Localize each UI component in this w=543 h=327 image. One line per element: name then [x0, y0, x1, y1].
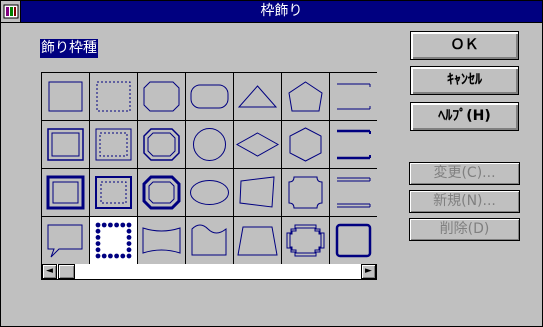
frame-style-thick-rectangle[interactable] — [42, 169, 89, 216]
rectangle-thin-icon — [48, 81, 83, 112]
speech-balloon-icon — [47, 224, 83, 258]
frame-style-rectangle-dotted[interactable] — [90, 73, 137, 120]
scroll-right-icon[interactable]: ► — [361, 264, 376, 279]
frame-type-label: 飾り枠種 — [40, 39, 98, 58]
rounded-thick-rectangle-icon — [335, 223, 372, 258]
frame-style-double-octagon[interactable] — [138, 121, 185, 168]
frame-style-double-dotted-rectangle[interactable] — [90, 121, 137, 168]
circle-icon — [193, 128, 226, 161]
double-rectangle-icon — [47, 128, 84, 161]
frame-style-ellipse[interactable] — [186, 169, 233, 216]
frame-style-triple-bracket-lines[interactable] — [330, 169, 377, 216]
frame-style-trapezoid[interactable] — [234, 217, 281, 264]
scroll-thumb[interactable] — [58, 264, 75, 279]
window-title: 枠飾り — [260, 3, 303, 19]
ok-button[interactable]: ＯＫ — [410, 31, 519, 60]
frame-style-rounded-rect[interactable] — [186, 73, 233, 120]
double-bracket-lines-icon — [337, 129, 371, 160]
triangle-icon — [237, 85, 278, 108]
frame-style-cross-octagon[interactable] — [282, 217, 329, 264]
frame-style-rectangle-thin[interactable] — [42, 73, 89, 120]
triple-bracket-lines-icon — [337, 177, 371, 208]
thick-dotted-rectangle-icon — [95, 176, 132, 209]
help-button[interactable]: ﾍﾙﾌﾟ(H) — [410, 102, 519, 131]
frame-style-pentagon[interactable] — [282, 73, 329, 120]
horizontal-scrollbar[interactable]: ◄ ► — [42, 264, 376, 279]
cancel-button[interactable]: ｷｬﾝｾﾙ — [410, 66, 519, 95]
frame-style-double-bracket-lines[interactable] — [330, 121, 377, 168]
scalloped-rectangle-icon — [288, 176, 323, 209]
frame-style-scalloped-rectangle[interactable] — [282, 169, 329, 216]
frame-style-curved-banner[interactable] — [138, 217, 185, 264]
frame-style-speech-balloon[interactable] — [42, 217, 89, 264]
frame-style-octagon-rect[interactable] — [138, 73, 185, 120]
bracket-lines-icon — [337, 83, 371, 110]
ellipse-icon — [190, 180, 229, 205]
trapezoid-icon — [237, 226, 278, 256]
double-octagon-icon — [143, 128, 180, 161]
wave-rectangle-icon — [191, 224, 227, 256]
frame-style-list: ◄ ► — [41, 72, 377, 280]
frame-decoration-dialog: 枠飾り 飾り枠種 ＯＫ ｷｬﾝｾﾙ ﾍﾙﾌﾟ(H) 変更(C)... 新規(N)… — [0, 0, 543, 327]
thick-rectangle-icon — [46, 175, 85, 210]
double-dotted-rectangle-icon — [95, 128, 132, 161]
new-button[interactable]: 新規(N)... — [409, 190, 520, 213]
scroll-left-icon[interactable]: ◄ — [42, 264, 57, 279]
octagon-rect-icon — [143, 81, 180, 112]
delete-button[interactable]: 削除(D) — [409, 218, 520, 241]
rounded-rect-icon — [190, 84, 229, 109]
cross-octagon-icon — [286, 224, 325, 257]
thick-octagon-icon — [142, 175, 181, 210]
frame-style-circle[interactable] — [186, 121, 233, 168]
hexagon-icon — [289, 127, 322, 162]
frame-style-diamond[interactable] — [234, 121, 281, 168]
frame-style-wave-rectangle[interactable] — [186, 217, 233, 264]
system-menu-icon — [3, 4, 19, 19]
change-button[interactable]: 変更(C)... — [409, 162, 520, 185]
frame-style-bracket-lines[interactable] — [330, 73, 377, 120]
frame-style-thick-dotted-rectangle[interactable] — [90, 169, 137, 216]
frame-style-slanted-rectangle[interactable] — [234, 169, 281, 216]
frame-style-triangle[interactable] — [234, 73, 281, 120]
dotted-border-icon — [95, 222, 132, 259]
title-bar: 枠飾り — [1, 1, 542, 23]
frame-style-hexagon[interactable] — [282, 121, 329, 168]
frame-style-thick-octagon[interactable] — [138, 169, 185, 216]
frame-style-dotted-border[interactable] — [90, 217, 137, 264]
rectangle-dotted-icon — [96, 81, 131, 112]
system-menu-button[interactable] — [1, 1, 21, 22]
curved-banner-icon — [142, 227, 181, 254]
slanted-rectangle-icon — [239, 176, 275, 208]
frame-style-double-rectangle[interactable] — [42, 121, 89, 168]
frame-style-rounded-thick-rectangle[interactable] — [330, 217, 377, 264]
diamond-icon — [235, 132, 280, 157]
frame-style-grid — [42, 73, 377, 264]
pentagon-icon — [288, 81, 323, 112]
